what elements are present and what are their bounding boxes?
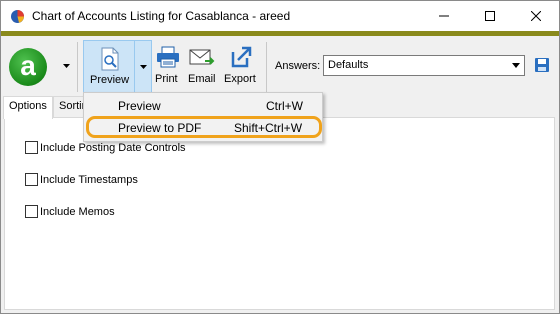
option-label: Include Timestamps (40, 173, 138, 186)
preview-button[interactable]: Preview (83, 40, 135, 94)
option-label: Include Posting Date Controls (40, 141, 186, 154)
save-icon[interactable] (534, 57, 550, 73)
answers-label: Answers: (275, 60, 321, 72)
email-label: Email (188, 73, 216, 85)
title-bar: Chart of Accounts Listing for Casablanca… (1, 1, 559, 31)
chevron-down-icon (62, 64, 70, 68)
toolbar: a Preview Print Email Export Answers: De… (1, 36, 559, 94)
option-label: Include Memos (40, 205, 115, 218)
report-window: Chart of Accounts Listing for Casablanca… (0, 0, 560, 314)
print-label: Print (155, 73, 178, 85)
logo-dropdown-arrow[interactable] (61, 61, 71, 71)
preview-label: Preview (90, 74, 130, 86)
email-button[interactable]: Email (185, 44, 219, 90)
checkbox[interactable] (25, 141, 38, 154)
envelope-icon (189, 49, 215, 65)
document-preview-icon (101, 47, 119, 71)
options-panel: Include Posting Date Controls Include Ti… (4, 117, 555, 310)
logo-letter: a (20, 49, 36, 81)
toolbar-separator (77, 42, 78, 92)
checkbox[interactable] (25, 173, 38, 186)
printer-icon (157, 46, 179, 68)
option-memos[interactable]: Include Memos (25, 205, 115, 218)
minimize-icon (439, 15, 449, 17)
highlight-ring (86, 116, 322, 138)
option-timestamps[interactable]: Include Timestamps (25, 173, 138, 186)
tab-label: Options (9, 100, 47, 112)
checkbox[interactable] (25, 205, 38, 218)
export-button[interactable]: Export (221, 44, 261, 90)
window-title: Chart of Accounts Listing for Casablanca… (32, 9, 291, 23)
tab-options[interactable]: Options (3, 96, 53, 119)
pie-chart-icon (11, 10, 24, 23)
menu-item-shortcut: Ctrl+W (266, 99, 303, 113)
preview-dropdown-button[interactable] (135, 40, 152, 94)
export-label: Export (224, 73, 256, 85)
close-button[interactable] (513, 1, 559, 31)
app-logo-button[interactable]: a (9, 48, 47, 86)
answers-select[interactable]: Defaults (323, 55, 525, 76)
maximize-button[interactable] (467, 1, 513, 31)
toolbar-separator (266, 42, 267, 92)
minimize-button[interactable] (421, 1, 467, 31)
maximize-icon (485, 11, 495, 21)
print-button[interactable]: Print (153, 44, 183, 90)
option-posting-date-controls[interactable]: Include Posting Date Controls (25, 141, 186, 154)
export-icon (231, 46, 252, 68)
chevron-down-icon (512, 63, 520, 68)
close-icon (531, 11, 541, 21)
menu-item-label: Preview (118, 99, 161, 113)
chevron-down-icon (139, 65, 147, 69)
preview-dropdown-menu: Preview Ctrl+W Preview to PDF Shift+Ctrl… (83, 92, 323, 142)
answers-value: Defaults (328, 59, 369, 71)
menu-item-preview[interactable]: Preview Ctrl+W (86, 95, 322, 117)
